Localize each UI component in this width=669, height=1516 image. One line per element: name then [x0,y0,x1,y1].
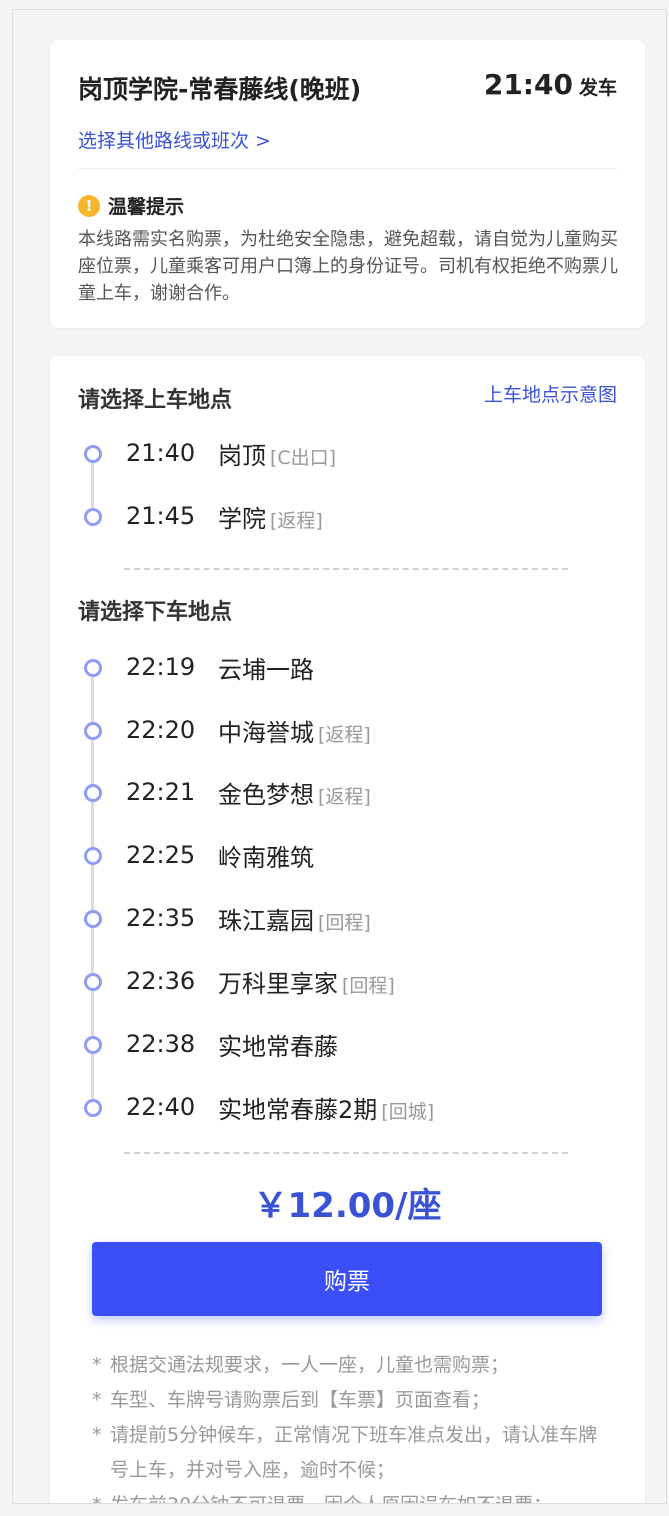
stop-time: 22:40 [126,1093,196,1121]
depart-time: 21:40 [483,68,573,101]
depart-suffix: 发车 [578,77,617,99]
boarding-title: 请选择上车地点 [78,388,233,413]
alighting-stops: 22:19 云埔一路 22:20 中海誉城 [返程] 22:21 金色梦想 [返程]… [80,652,600,1124]
note-item: *发车前30分钟不可退票，因个人原因误车如不退票； [92,1488,615,1503]
stop-name: 万科里享家 [回程] [218,969,395,998]
stop-tag: [回城] [381,1100,435,1123]
stop-tag: [回程] [342,974,395,997]
route-title: 岗顶学院-常春藤线(晚班) [78,75,362,104]
stop-dot-icon [84,659,102,677]
stop-time: 22:38 [126,1030,196,1058]
notice-header: ! 温馨提示 [78,192,184,219]
stop-time: 21:40 [126,439,196,467]
stop-tag: [返程] [318,723,371,746]
depart-info: 21:40 发车 [484,68,617,101]
stop-time: 22:20 [126,716,196,744]
alighting-title: 请选择下车地点 [78,600,233,625]
dashed-divider [124,568,568,570]
stop-dot-icon [84,722,102,740]
stop-name: 中海誉城 [返程] [218,718,371,747]
stops-card: 请选择上车地点 上车地点示意图 21:40 岗顶 [C出口] 21:45 学院 [返… [50,356,645,1503]
note-item: * 根据交通法规要求，一人一座，儿童也需购票； [92,1354,510,1376]
route-card: 岗顶学院-常春藤线(晚班) 21:40 发车 选择其他路线或班次 > ! 温馨提… [50,40,645,328]
stop-name: 岗顶 [C出口] [218,441,337,470]
notice-body: 本线路需实名购票，为杜绝安全隐患，避免超载，请自觉为儿童购买座位票，儿童乘客可用… [78,229,618,304]
buy-ticket-button[interactable]: 购票 [92,1242,602,1316]
warning-icon: ! [78,194,100,217]
stop-tag: [返程] [270,509,323,532]
ticket-price: ￥12.00/座 [253,1186,442,1226]
stop-dot-icon [84,1036,102,1054]
divider [78,168,617,169]
note-item: * 车型、车牌号请购票后到【车票】页面查看； [92,1389,491,1411]
boarding-map-link[interactable]: 上车地点示意图 [484,380,617,407]
stop-name: 实地常春藤 [218,1032,338,1061]
stop-time: 22:21 [126,778,196,806]
other-route-link[interactable]: 选择其他路线或班次 > [78,126,271,153]
stop-time: 22:25 [126,841,196,869]
stop-dot-icon [84,910,102,928]
stop-tag: [回程] [318,911,371,934]
stop-dot-icon [84,973,102,991]
stop-time: 21:45 [126,502,196,530]
stop-tag: [C出口] [270,446,337,469]
stop-time: 22:36 [126,967,196,995]
note-item: * 请提前5分钟候车，正常情况下班车准点发出，请认准车牌号上车，并对号入座，逾时不… [92,1424,598,1481]
stop-name: 云埔一路 [218,655,314,684]
stop-dot-icon [84,847,102,865]
stop-name: 学院 [返程] [218,504,323,533]
stop-dot-icon [84,784,102,802]
stop-time: 22:19 [126,653,196,681]
purchase-notes: * 根据交通法规要求，一人一座，儿童也需购票； * 车型、车牌号请购票后到【车票】页… [92,1348,615,1503]
stop-time: 22:35 [126,904,196,932]
stop-dot-icon [84,445,102,463]
stop-name: 岭南雅筑 [218,843,314,872]
stop-dot-icon [84,1099,102,1117]
stop-name: 金色梦想 [返程] [218,780,371,809]
stop-name: 珠江嘉园 [回程] [218,906,371,935]
stop-name: 实地常春藤2期 [回城] [218,1095,435,1124]
page-frame: 岗顶学院-常春藤线(晚班) 21:40 发车 选择其他路线或班次 > ! 温馨提… [12,9,667,1504]
stop-dot-icon [84,508,102,526]
stop-tag: [返程] [318,785,371,808]
boarding-stops: 21:40 岗顶 [C出口] 21:45 学院 [返程] [80,438,600,538]
notice-title: 温馨提示 [108,196,185,218]
dashed-divider [124,1152,568,1154]
